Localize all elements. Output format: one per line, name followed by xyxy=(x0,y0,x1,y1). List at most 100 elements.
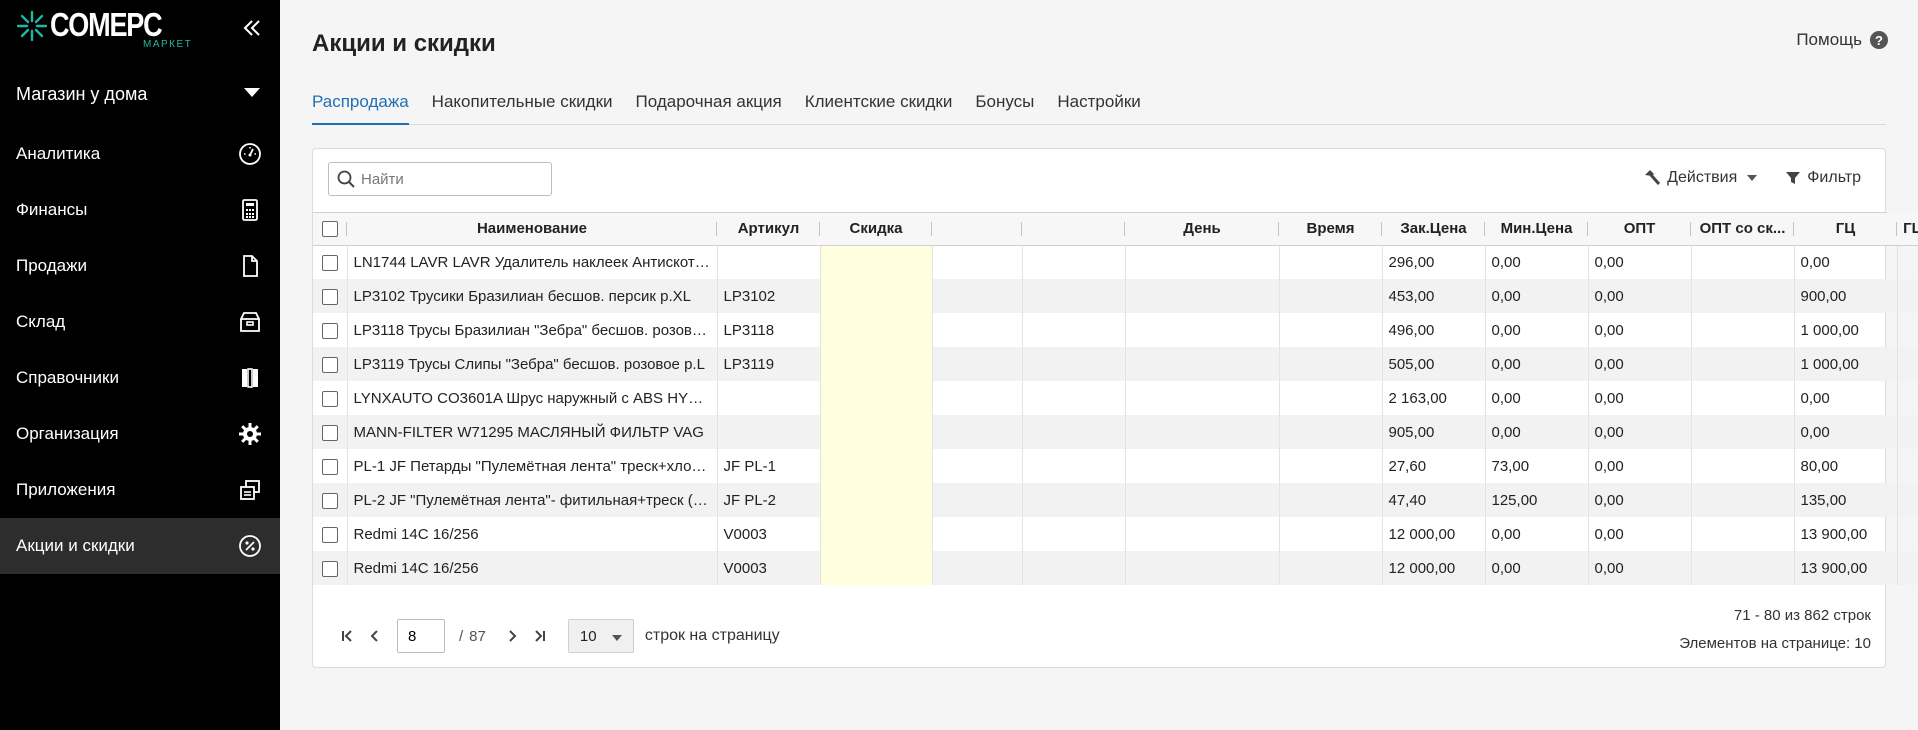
tab-gift-promotion[interactable]: Подарочная акция xyxy=(636,90,782,125)
column-header[interactable]: Наименование xyxy=(347,213,717,246)
tab-settings[interactable]: Настройки xyxy=(1057,90,1140,125)
cell-empty xyxy=(932,279,1023,313)
cell-empty xyxy=(1022,449,1126,483)
page-size-select[interactable]: 10 xyxy=(567,619,634,653)
table-header: Наименование Артикул Скидка День Время З… xyxy=(313,213,1918,246)
cell-day xyxy=(1125,517,1280,551)
tab-client-discounts[interactable]: Клиентские скидки xyxy=(805,90,953,125)
table-row[interactable]: PL-1 JF Петарды "Пулемётная лента" треск… xyxy=(313,449,1918,483)
table-row[interactable]: MANN-FILTER W71295 МАСЛЯНЫЙ ФИЛЬТР VAG 90… xyxy=(313,415,1918,449)
filter-button[interactable]: Фильтр xyxy=(1785,169,1861,187)
row-checkbox[interactable] xyxy=(321,390,338,407)
column-header[interactable] xyxy=(932,213,1022,246)
row-checkbox[interactable] xyxy=(321,458,338,475)
sidebar-item-finance[interactable]: Финансы xyxy=(0,182,280,238)
row-checkbox[interactable] xyxy=(321,322,338,339)
cell-wholesale: 0,00 xyxy=(1588,347,1692,381)
column-header[interactable]: Артикул xyxy=(717,213,820,246)
column-header[interactable]: Мин.Цена xyxy=(1485,213,1588,246)
row-checkbox[interactable] xyxy=(321,288,338,305)
cell-min-price: 0,00 xyxy=(1485,313,1589,347)
cell-empty xyxy=(932,313,1023,347)
row-checkbox[interactable] xyxy=(321,356,338,373)
select-all-header xyxy=(313,213,347,246)
logo[interactable]: COMEPC МАРКЕТ xyxy=(16,8,192,56)
table-row[interactable]: PL-2 JF "Пулемётная лента"- фитильная+тр… xyxy=(313,483,1918,517)
cell-wholesale: 0,00 xyxy=(1588,551,1692,585)
sidebar-item-sales[interactable]: Продажи xyxy=(0,238,280,294)
actions-button[interactable]: Действия xyxy=(1643,169,1758,187)
sidebar-item-apps[interactable]: Приложения xyxy=(0,462,280,518)
row-checkbox-cell xyxy=(313,279,348,313)
tab-cumulative-discounts[interactable]: Накопительные скидки xyxy=(432,90,613,125)
tab-bonuses[interactable]: Бонусы xyxy=(975,90,1034,125)
cell-wholesale: 0,00 xyxy=(1588,415,1692,449)
search-icon xyxy=(337,170,355,188)
column-header[interactable]: Скидка xyxy=(820,213,932,246)
column-header[interactable]: Время xyxy=(1279,213,1382,246)
sidebar-item-analytics[interactable]: Аналитика xyxy=(0,126,280,182)
sidebar-nav: Аналитика Финансы Продажи Склад Справочн… xyxy=(0,126,280,574)
cell-purchase-price: 12 000,00 xyxy=(1382,551,1486,585)
double-chevron-left-icon xyxy=(243,20,260,36)
first-page-button[interactable] xyxy=(333,621,361,651)
hammer-icon xyxy=(1645,170,1661,185)
sidebar-item-references[interactable]: Справочники xyxy=(0,350,280,406)
row-checkbox[interactable] xyxy=(321,492,338,509)
sidebar-item-organization[interactable]: Организация xyxy=(0,406,280,462)
cell-discount xyxy=(820,279,933,313)
table-row[interactable]: LP3102 Трусики Бразилиан бесшов. персик … xyxy=(313,279,1918,313)
table-row[interactable]: LP3118 Трусы Бразилиан "Зебра" бесшов. р… xyxy=(313,313,1918,347)
cell-day xyxy=(1125,415,1280,449)
prev-page-button[interactable] xyxy=(361,621,389,651)
column-header[interactable]: День xyxy=(1125,213,1279,246)
collapse-sidebar-button[interactable] xyxy=(240,14,264,42)
caret-down-icon xyxy=(244,88,260,97)
row-checkbox[interactable] xyxy=(321,424,338,441)
cell-purchase-price: 505,00 xyxy=(1382,347,1486,381)
cell-day xyxy=(1125,483,1280,517)
column-header[interactable] xyxy=(1022,213,1125,246)
question-icon: ? xyxy=(1870,31,1888,49)
last-page-button[interactable] xyxy=(526,621,554,651)
column-header[interactable]: ГЦ со ск... xyxy=(1897,213,1918,246)
row-checkbox[interactable] xyxy=(321,254,338,271)
row-checkbox[interactable] xyxy=(321,526,338,543)
cell-wholesale-discount xyxy=(1691,483,1795,517)
store-selector[interactable]: Магазин у дома xyxy=(0,72,280,116)
first-page-icon xyxy=(342,630,352,642)
search-input[interactable] xyxy=(361,170,541,188)
select-all-checkbox[interactable] xyxy=(322,221,338,238)
tab-sale[interactable]: Распродажа xyxy=(312,90,409,125)
items-per-page-info: Элементов на странице: 10 xyxy=(1679,635,1871,652)
sidebar-item-label: Склад xyxy=(16,312,66,331)
cell-sku: JF PL-1 xyxy=(717,449,821,483)
page-number-input[interactable] xyxy=(397,619,445,653)
column-header[interactable]: Зак.Цена xyxy=(1382,213,1485,246)
table-row[interactable]: LP3119 Трусы Слипы "Зебра" бесшов. розов… xyxy=(313,347,1918,381)
column-header[interactable]: ОПТ xyxy=(1588,213,1691,246)
table-row[interactable]: Redmi 14C 16/256 V0003 12 000,00 0,00 0,00 13… xyxy=(313,517,1918,551)
gauge-icon xyxy=(239,143,261,165)
store-name: Магазин у дома xyxy=(16,83,148,104)
cell-name: LP3102 Трусики Бразилиан бесшов. персик … xyxy=(347,279,718,313)
table-row[interactable]: Redmi 14C 16/256 V0003 12 000,00 0,00 0,00 13… xyxy=(313,551,1918,585)
cell-main-price: 0,00 xyxy=(1794,245,1898,279)
next-page-button[interactable] xyxy=(498,621,526,651)
cell-main-price: 0,00 xyxy=(1794,415,1898,449)
column-header[interactable]: ОПТ со ск... xyxy=(1691,213,1794,246)
cell-purchase-price: 453,00 xyxy=(1382,279,1486,313)
sidebar-item-promotions[interactable]: Акции и скидки xyxy=(0,518,280,574)
cell-wholesale-discount xyxy=(1691,517,1795,551)
cell-wholesale: 0,00 xyxy=(1588,381,1692,415)
table-row[interactable]: LN1744 LAVR LAVR Удалитель наклеек Антис… xyxy=(313,245,1918,279)
help-link[interactable]: Помощь ? xyxy=(1796,30,1888,50)
table-row[interactable]: LYNXAUTO CO3601A Шрус наружный с ABS HYU… xyxy=(313,381,1918,415)
page-title: Акции и скидки xyxy=(312,30,496,57)
sidebar-item-warehouse[interactable]: Склад xyxy=(0,294,280,350)
row-checkbox[interactable] xyxy=(321,560,338,577)
cell-day xyxy=(1125,313,1280,347)
column-header[interactable]: ГЦ xyxy=(1794,213,1897,246)
windows-icon xyxy=(240,480,260,500)
cell-empty xyxy=(932,415,1023,449)
